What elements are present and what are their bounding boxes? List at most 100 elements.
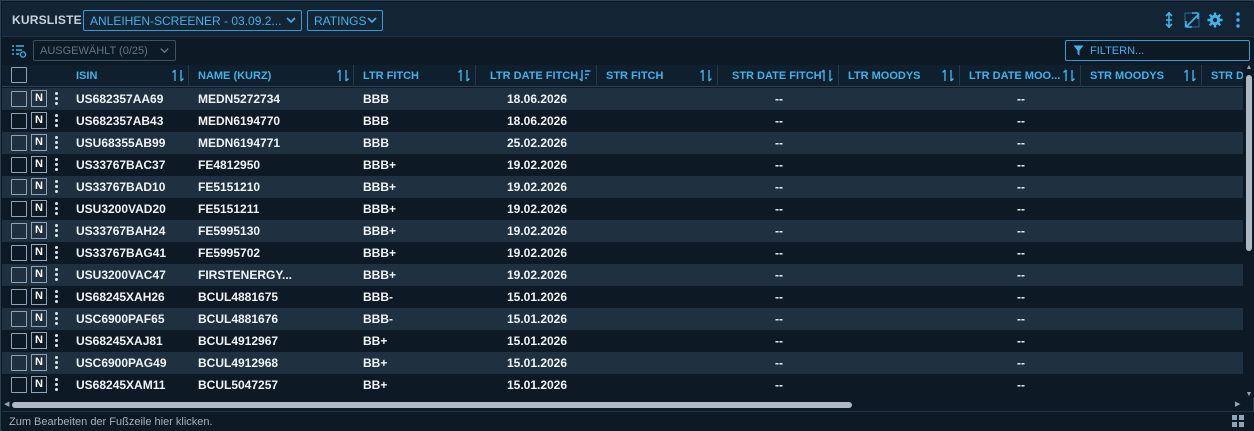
column-header-isin[interactable]: ISIN [68,65,189,87]
row-checkbox[interactable] [11,245,27,261]
sort-icon[interactable] [942,69,954,82]
row-menu-icon[interactable] [54,311,60,327]
sort-icon[interactable] [337,69,349,82]
table-row[interactable]: N USU3200VAC47 FIRSTENERGY... BBB+ 19.02.202… [2,264,1243,286]
ltr-date-moodys-cell: -- [1017,268,1025,282]
scroll-left-icon[interactable]: ◀ [4,401,10,409]
note-button[interactable]: N [31,222,47,239]
row-menu-icon[interactable] [54,223,60,239]
horizontal-scrollbar[interactable]: ◀ ▶ [2,400,1243,410]
table-row[interactable]: N US33767BAC37 FE4812950 BBB+ 19.02.2026 -- -- [2,154,1243,176]
note-button[interactable]: N [31,244,47,261]
gear-icon[interactable] [1207,11,1223,29]
table-row[interactable]: N USU68355AB99 MEDN6194771 BBB 25.02.2026 -- -… [2,132,1243,154]
filter-input[interactable] [1090,43,1245,58]
pin-icon[interactable] [1161,11,1177,29]
row-checkbox[interactable] [11,377,27,393]
filter-field[interactable] [1065,40,1250,61]
scroll-up-icon[interactable]: ▲ [1245,64,1253,71]
str-date-fitch-cell: -- [775,334,783,348]
screener-dropdown[interactable]: ANLEIHEN-SCREENER - 03.09.2... [83,10,302,31]
sort-icon[interactable] [172,69,184,82]
vertical-scrollbar[interactable]: ▲ ▼ [1244,64,1254,398]
horizontal-scroll-thumb[interactable] [12,402,852,408]
row-checkbox[interactable] [11,311,27,327]
note-button[interactable]: N [31,332,47,349]
row-checkbox[interactable] [11,157,27,173]
column-settings-icon[interactable] [11,44,27,58]
table-row[interactable]: N US33767BAH24 FE5995130 BBB+ 19.02.2026 -- -- [2,220,1243,242]
table-row[interactable]: N US33767BAD10 FE5151210 BBB+ 19.02.2026 -- -- [2,176,1243,198]
more-vertical-icon[interactable] [1230,11,1246,29]
row-checkbox[interactable] [11,135,27,151]
row-checkbox[interactable] [11,355,27,371]
sort-descending-icon[interactable] [579,69,591,82]
scroll-right-icon[interactable]: ▶ [1235,401,1241,409]
note-button[interactable]: N [31,354,47,371]
row-menu-icon[interactable] [54,135,60,151]
row-menu-icon[interactable] [54,157,60,173]
scroll-down-icon[interactable]: ▼ [1245,391,1253,398]
sort-icon[interactable] [821,69,833,82]
ltr-date-moodys-cell: -- [1017,224,1025,238]
row-menu-icon[interactable] [54,113,60,129]
table-row[interactable]: N US68245XAM11 BCUL5047257 BB+ 15.01.2026 -- -… [2,374,1243,396]
row-checkbox[interactable] [11,179,27,195]
table-row[interactable]: N USC6900PAG49 BCUL4912968 BB+ 15.01.2026 -- -… [2,352,1243,374]
isin-cell: USU3200VAD20 [76,202,166,216]
row-menu-icon[interactable] [54,289,60,305]
row-menu-icon[interactable] [54,377,60,393]
name-cell: BCUL4881676 [198,312,279,326]
row-checkbox[interactable] [11,113,27,129]
note-button[interactable]: N [31,178,47,195]
note-button[interactable]: N [31,112,47,129]
sort-icon[interactable] [458,69,470,82]
row-checkbox[interactable] [11,267,27,283]
note-button[interactable]: N [31,134,47,151]
row-checkbox[interactable] [11,289,27,305]
sort-icon[interactable] [1184,69,1196,82]
row-menu-icon[interactable] [54,179,60,195]
table-row[interactable]: N US682357AA69 MEDN5272734 BBB 18.06.2026 -- -… [2,88,1243,110]
note-button[interactable]: N [31,156,47,173]
sort-icon[interactable] [700,69,712,82]
row-menu-icon[interactable] [54,201,60,217]
sort-icon[interactable] [1063,69,1075,82]
ltr-date-fitch-cell: 25.02.2026 [506,136,568,150]
row-checkbox[interactable] [11,201,27,217]
grid-layout-icon[interactable] [1231,414,1245,428]
table-row[interactable]: N US33767BAG41 FE5995702 BBB+ 19.02.2026 -- -- [2,242,1243,264]
selected-dropdown[interactable]: AUSGEWÄHLT (0/25) [33,40,176,61]
table-row[interactable]: N US68245XAH26 BCUL4881675 BBB- 15.01.2026 --… [2,286,1243,308]
table-row[interactable]: N US682357AB43 MEDN6194770 BBB 18.06.2026 -- -… [2,110,1243,132]
ltr-date-moodys-cell: -- [1017,246,1025,260]
name-cell: BCUL5047257 [198,378,279,392]
row-menu-icon[interactable] [54,91,60,107]
ltr-date-moodys-cell: -- [1017,92,1025,106]
expand-icon[interactable] [1184,11,1200,29]
note-button[interactable]: N [31,90,47,107]
note-button[interactable]: N [31,310,47,327]
note-button[interactable]: N [31,376,47,393]
isin-cell: US68245XAJ81 [76,334,163,348]
select-all-checkbox[interactable] [11,67,27,83]
row-checkbox[interactable] [11,223,27,239]
row-menu-icon[interactable] [54,267,60,283]
note-button[interactable]: N [31,200,47,217]
row-menu-icon[interactable] [54,333,60,349]
row-checkbox[interactable] [11,91,27,107]
row-menu-icon[interactable] [54,245,60,261]
table-row[interactable]: N USU3200VAD20 FE5151211 BBB+ 19.02.2026 -- -- [2,198,1243,220]
row-menu-icon[interactable] [54,355,60,371]
view-dropdown[interactable]: RATINGS [307,10,383,31]
column-header-name[interactable]: NAME (KURZ) [190,65,354,87]
column-header-str-date[interactable]: STR DA [1203,65,1243,87]
footer-text[interactable]: Zum Bearbeiten der Fußzeile hier klicken… [9,416,213,428]
table-row[interactable]: N US68245XAJ81 BCUL4912967 BB+ 15.01.2026 -- -… [2,330,1243,352]
vertical-scroll-thumb[interactable] [1246,75,1252,251]
note-button[interactable]: N [31,266,47,283]
table-row[interactable]: N USC6900PAF65 BCUL4881676 BBB- 15.01.2026 --… [2,308,1243,330]
note-button[interactable]: N [31,288,47,305]
grid-footer[interactable]: Zum Bearbeiten der Fußzeile hier klicken… [2,411,1254,431]
row-checkbox[interactable] [11,333,27,349]
